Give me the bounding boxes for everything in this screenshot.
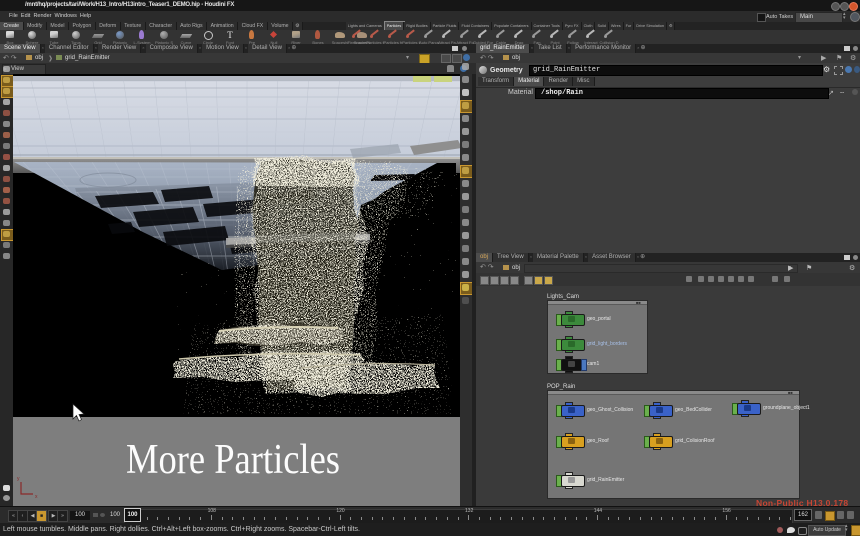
svg-text:More Particles: More Particles	[126, 437, 340, 483]
